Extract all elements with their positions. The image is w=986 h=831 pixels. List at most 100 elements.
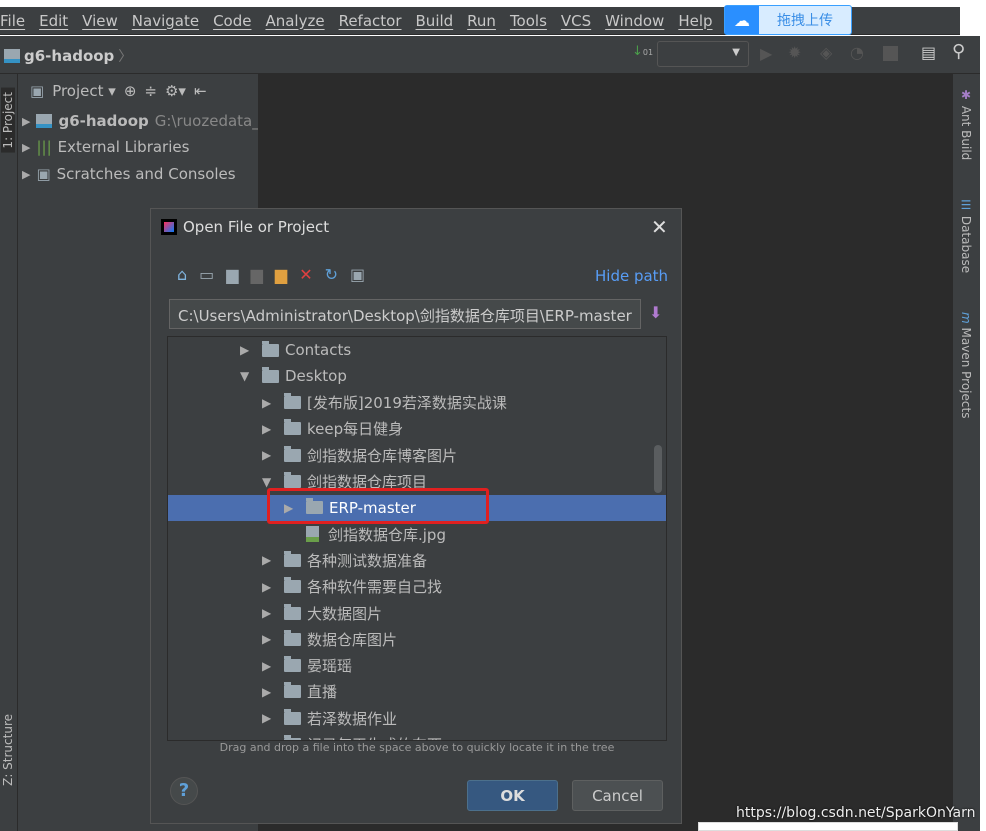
collapse-icon[interactable]: ≑ bbox=[144, 82, 157, 100]
collapsed-arrow-icon[interactable]: ▶ bbox=[262, 685, 284, 699]
tree-row[interactable]: ▶ 若泽数据作业 bbox=[168, 705, 666, 731]
home-icon[interactable]: ⌂ bbox=[177, 265, 187, 284]
binary-icon: ↓01 bbox=[632, 44, 654, 59]
locate-icon[interactable]: ⊕ bbox=[124, 82, 137, 100]
menu-build[interactable]: Build bbox=[416, 12, 454, 30]
search-icon[interactable]: ⚲ bbox=[952, 41, 965, 62]
collapsed-arrow-icon[interactable]: ▶ bbox=[262, 396, 284, 410]
tree-row[interactable]: ▶ keep每日健身 bbox=[168, 416, 666, 442]
path-input[interactable]: C:\Users\Administrator\Desktop\剑指数据仓库项目\… bbox=[169, 299, 641, 329]
menu-run[interactable]: Run bbox=[467, 12, 496, 30]
expanded-arrow-icon[interactable]: ▼ bbox=[240, 369, 262, 383]
tab-project[interactable]: 1: Project bbox=[1, 88, 15, 153]
gear-icon[interactable]: ⚙▾ bbox=[165, 82, 186, 100]
collapsed-arrow-icon[interactable]: ▶ bbox=[262, 553, 284, 567]
history-icon[interactable]: ⬇ bbox=[649, 303, 662, 322]
hide-icon[interactable]: ⇤ bbox=[194, 82, 207, 100]
menu-analyze[interactable]: Analyze bbox=[265, 12, 324, 30]
tab-ant-build[interactable]: ✱ Ant Build bbox=[959, 88, 973, 160]
tree-row[interactable]: ▼ Desktop bbox=[168, 363, 666, 389]
collapsed-arrow-icon[interactable]: ▶ bbox=[262, 580, 284, 594]
tree-item-external-libraries[interactable]: ▶ ||| External Libraries bbox=[22, 138, 189, 156]
delete-icon[interactable]: ✕ bbox=[299, 265, 312, 284]
tree-row-label: 剑指数据仓库.jpg bbox=[328, 525, 446, 544]
collapsed-arrow-icon[interactable]: ▶ bbox=[262, 659, 284, 673]
tree-row-label: 直播 bbox=[307, 683, 338, 702]
profile-icon[interactable]: ◔ bbox=[850, 43, 864, 62]
collapsed-arrow-icon[interactable]: ▶ bbox=[262, 711, 284, 725]
menu-file[interactable]: File bbox=[0, 12, 25, 30]
tree-item-g6-hadoop[interactable]: ▶ g6-hadoop G:\ruozedata_ bbox=[22, 112, 260, 130]
item-path: G:\ruozedata_ bbox=[154, 112, 260, 130]
menu-code[interactable]: Code bbox=[213, 12, 251, 30]
menu-vcs[interactable]: VCS bbox=[561, 12, 591, 30]
folder-icon bbox=[284, 629, 301, 646]
close-icon[interactable]: ✕ bbox=[651, 215, 668, 239]
menu-navigate[interactable]: Navigate bbox=[132, 12, 199, 30]
module-folder-icon bbox=[36, 114, 53, 128]
tree-row[interactable]: ▶ 直播 bbox=[168, 679, 666, 705]
tree-row[interactable]: ▶ 剑指数据仓库博客图片 bbox=[168, 442, 666, 468]
show-hidden-icon[interactable]: ▣ bbox=[350, 265, 365, 284]
debug-icon[interactable]: ✹ bbox=[788, 43, 801, 62]
cancel-button[interactable]: Cancel bbox=[572, 780, 663, 811]
menu-tools[interactable]: Tools bbox=[510, 12, 547, 30]
tree-row[interactable]: ▶ 各种软件需要自己找 bbox=[168, 574, 666, 600]
tree-row[interactable]: ▶ 晏瑶瑶 bbox=[168, 653, 666, 679]
project-folder-icon[interactable]: ▆ bbox=[226, 265, 238, 284]
image-file-icon bbox=[306, 526, 319, 543]
menu-view[interactable]: View bbox=[82, 12, 118, 30]
help-button[interactable]: ? bbox=[170, 777, 198, 805]
breadcrumb[interactable]: g6-hadoop 〉 bbox=[4, 46, 132, 66]
tree-row-label: Contacts bbox=[285, 341, 352, 359]
module-icon[interactable]: ▆ bbox=[251, 265, 263, 284]
menu-help[interactable]: Help bbox=[678, 12, 712, 30]
desktop-icon[interactable]: ▭ bbox=[199, 265, 214, 284]
expanded-arrow-icon[interactable]: ▼ bbox=[262, 475, 284, 489]
collapsed-arrow-icon[interactable]: ▶ bbox=[262, 606, 284, 620]
run-icon[interactable]: ▶ bbox=[760, 44, 772, 63]
tree-row[interactable]: ▶ [发布版]2019若泽数据实战课 bbox=[168, 390, 666, 416]
tab-maven[interactable]: m Maven Projects bbox=[959, 312, 973, 418]
stop-icon[interactable] bbox=[883, 46, 898, 61]
file-tree[interactable]: ▶ Contacts ▼ Desktop ▶ [发布版]2019若泽数据实战课 ▶ keep每… bbox=[167, 336, 667, 741]
collapsed-arrow-icon[interactable]: ▶ bbox=[240, 343, 262, 357]
watermark: https://blog.csdn.net/SparkOnYarn bbox=[736, 805, 976, 821]
hide-path-link[interactable]: Hide path bbox=[595, 267, 668, 285]
collapsed-arrow-icon[interactable]: ▶ bbox=[262, 448, 284, 462]
new-folder-icon[interactable]: ▆ bbox=[275, 265, 287, 284]
tab-structure[interactable]: Z: Structure bbox=[1, 714, 15, 786]
collapsed-arrow-icon[interactable]: ▶ bbox=[262, 632, 284, 646]
menu-refactor[interactable]: Refactor bbox=[339, 12, 402, 30]
tree-row[interactable]: ▶ 各种测试数据准备 bbox=[168, 547, 666, 573]
refresh-icon[interactable]: ↻ bbox=[325, 265, 338, 284]
folder-icon bbox=[284, 682, 301, 699]
chevron-down-icon: ▼ bbox=[732, 47, 740, 58]
menu-edit[interactable]: Edit bbox=[39, 12, 68, 30]
tab-database[interactable]: ☰ Database bbox=[959, 198, 973, 273]
ok-button[interactable]: OK bbox=[467, 780, 558, 811]
project-structure-icon[interactable]: ▤ bbox=[921, 43, 936, 62]
scratches-icon: ▣ bbox=[36, 165, 51, 183]
right-tool-strip: ✱ Ant Build ☰ Database m Maven Projects bbox=[952, 74, 980, 831]
upload-widget[interactable]: ☁ 拖拽上传 bbox=[724, 5, 852, 35]
folder-icon bbox=[284, 419, 301, 436]
menu-window[interactable]: Window bbox=[605, 12, 664, 30]
run-config-dropdown[interactable]: ▼ bbox=[657, 41, 749, 67]
folder-icon bbox=[262, 366, 279, 383]
project-view-dropdown[interactable]: Project ▾ bbox=[52, 82, 116, 100]
collapsed-arrow-icon[interactable]: ▶ bbox=[262, 422, 284, 436]
coverage-icon[interactable]: ◈ bbox=[820, 43, 832, 62]
tree-row[interactable]: ▶记录每天生成的东西 bbox=[168, 732, 666, 740]
tree-row[interactable]: ▶ Contacts bbox=[168, 337, 666, 363]
tree-row[interactable]: ▶ 数据仓库图片 bbox=[168, 626, 666, 652]
tree-row[interactable]: 剑指数据仓库.jpg bbox=[168, 521, 666, 547]
tree-row-label: 各种软件需要自己找 bbox=[307, 578, 443, 597]
tree-row-label: Desktop bbox=[285, 367, 347, 386]
tree-scrollbar[interactable] bbox=[654, 445, 662, 493]
tree-row-label: [发布版]2019若泽数据实战课 bbox=[307, 394, 507, 413]
tree-item-scratches[interactable]: ▶ ▣ Scratches and Consoles bbox=[22, 165, 236, 183]
tree-row-label: keep每日健身 bbox=[307, 420, 404, 439]
folder-icon bbox=[284, 550, 301, 567]
tree-row[interactable]: ▶ 大数据图片 bbox=[168, 600, 666, 626]
